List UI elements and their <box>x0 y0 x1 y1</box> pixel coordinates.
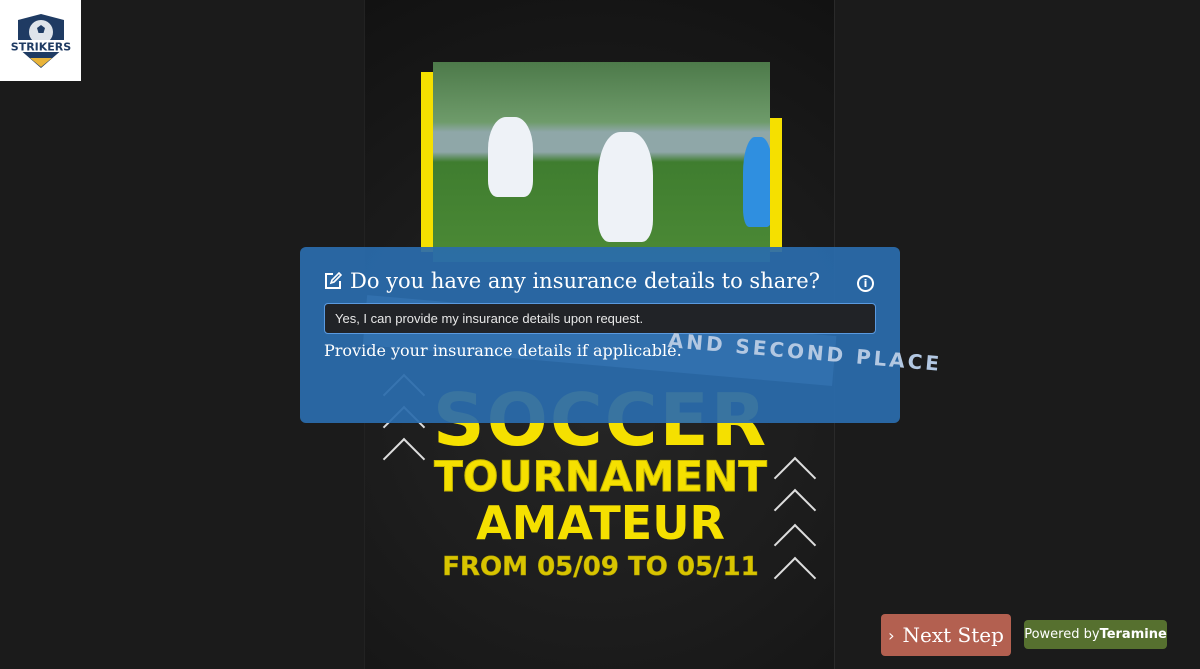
question-card: Do you have any insurance details to sha… <box>300 247 900 423</box>
edit-icon <box>325 272 342 289</box>
player-figure <box>598 132 653 242</box>
poster-line-amateur: AMATEUR <box>476 496 725 550</box>
chevron-right-icon: › <box>888 625 895 645</box>
next-step-button[interactable]: › Next Step <box>881 614 1011 656</box>
info-icon[interactable]: i <box>857 275 874 292</box>
club-logo: STRIKERS <box>0 0 81 81</box>
poster-line-tournament: TOURNAMENT <box>434 452 768 502</box>
powered-by-badge[interactable]: Powered by Teramine <box>1024 620 1167 649</box>
next-step-label: Next Step <box>902 623 1004 647</box>
answer-input[interactable]: Yes, I can provide my insurance details … <box>324 303 876 334</box>
svg-text:STRIKERS: STRIKERS <box>10 40 70 53</box>
strikers-logo-icon: STRIKERS <box>10 13 71 68</box>
yellow-bar-left <box>421 72 433 252</box>
question-heading: Do you have any insurance details to sha… <box>324 269 876 293</box>
player-figure <box>743 137 770 227</box>
player-figure <box>488 117 533 197</box>
powered-brand: Teramine <box>1099 627 1167 642</box>
yellow-bar-right <box>770 118 782 252</box>
powered-prefix: Powered by <box>1024 627 1100 642</box>
soccer-photo <box>433 62 770 262</box>
question-text: Do you have any insurance details to sha… <box>350 269 820 293</box>
poster-dates: FROM 05/09 TO 05/11 <box>442 552 759 583</box>
